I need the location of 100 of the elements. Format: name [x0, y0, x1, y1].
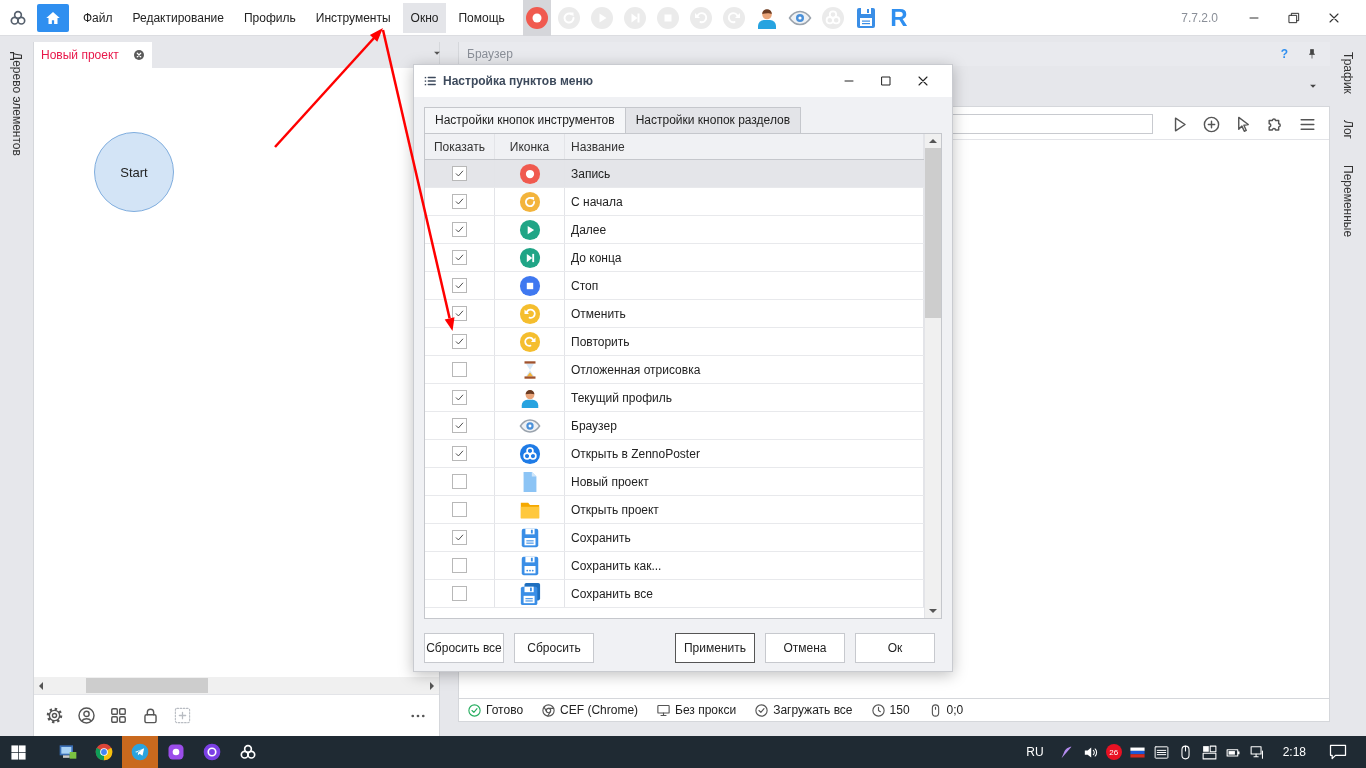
start-node[interactable]: Start	[94, 132, 174, 212]
undo-icon	[518, 302, 541, 325]
side-tab[interactable]: Лог	[1341, 119, 1355, 139]
table-row[interactable]: Новый проект	[425, 468, 924, 496]
monitor-icon	[656, 702, 672, 718]
item-name: Запись	[571, 166, 611, 181]
maximize-icon[interactable]	[878, 73, 894, 89]
show-checkbox[interactable]	[452, 362, 467, 377]
language-indicator[interactable]: RU	[1026, 745, 1044, 759]
table-row[interactable]: Отложенная отрисовка	[425, 356, 924, 384]
table-row[interactable]: Открыть в ZennoPoster	[425, 440, 924, 468]
computer-app-icon	[58, 742, 78, 762]
table-row[interactable]: Сохранить	[425, 524, 924, 552]
settings-icon[interactable]	[45, 706, 64, 725]
window-layout-icon[interactable]	[1200, 743, 1218, 761]
show-checkbox[interactable]	[452, 194, 467, 209]
pin-icon[interactable]	[1306, 48, 1318, 60]
table-row[interactable]: Сохранить все	[425, 580, 924, 608]
grid-icon[interactable]	[109, 706, 128, 725]
menu-item[interactable]: Помощь	[450, 2, 513, 33]
stop-icon	[518, 274, 541, 297]
item-name: Отменить	[571, 306, 626, 321]
user-circle-icon[interactable]	[77, 706, 96, 725]
clock[interactable]: 2:18	[1282, 745, 1306, 759]
show-checkbox[interactable]	[452, 334, 467, 349]
close-icon[interactable]	[132, 49, 145, 61]
item-name: Открыть проект	[571, 502, 659, 517]
table-row[interactable]: До конца	[425, 244, 924, 272]
menu-item[interactable]: Окно	[402, 2, 447, 33]
show-checkbox[interactable]	[452, 418, 467, 433]
table-row[interactable]: Текущий профиль	[425, 384, 924, 412]
panel-icon[interactable]	[1152, 743, 1170, 761]
table-row[interactable]: Сохранить как...	[425, 552, 924, 580]
notification-badge[interactable]: 26	[1105, 744, 1122, 760]
table-row[interactable]: Повторить	[425, 328, 924, 356]
item-name: До конца	[571, 250, 622, 265]
item-name: Сохранить	[571, 530, 631, 545]
item-name: С начала	[571, 194, 623, 209]
ring-app-icon	[202, 742, 222, 762]
clock-icon	[870, 702, 886, 718]
show-checkbox[interactable]	[452, 530, 467, 545]
show-checkbox[interactable]	[452, 306, 467, 321]
version-label: 7.7.2.0	[1181, 10, 1218, 25]
chrome-icon	[541, 702, 557, 718]
redo-icon	[518, 330, 541, 353]
menu-item[interactable]: Профиль	[235, 2, 304, 33]
dialog-button[interactable]: Отмена	[765, 633, 845, 663]
project-tab[interactable]: Новый проект	[34, 42, 152, 68]
chrome-icon	[94, 742, 114, 762]
dialog-title: Настройка пунктов меню	[443, 74, 594, 88]
table-row[interactable]: Отменить	[425, 300, 924, 328]
dialog-tab[interactable]: Настройки кнопок инструментов	[424, 107, 626, 133]
dialog-button[interactable]: Применить	[675, 633, 755, 663]
show-checkbox[interactable]	[452, 586, 467, 601]
show-checkbox[interactable]	[452, 390, 467, 405]
floppies-icon	[518, 582, 541, 605]
table-row[interactable]: С начала	[425, 188, 924, 216]
menu-item[interactable]: Редактирование	[124, 2, 232, 33]
windows-icon[interactable]	[10, 743, 27, 761]
dialog-button[interactable]: Сбросить все	[424, 633, 504, 663]
status-text: Загружать все	[773, 703, 853, 717]
toolbar-button[interactable]	[522, 0, 551, 36]
show-checkbox[interactable]	[452, 558, 467, 573]
play-icon	[518, 218, 541, 241]
home-button[interactable]	[37, 3, 69, 32]
dialog-tab[interactable]: Настройки кнопок разделов	[624, 107, 802, 133]
vertical-scrollbar[interactable]	[924, 134, 941, 618]
plus-circle-icon[interactable]	[1202, 114, 1221, 134]
item-name: Открыть в ZennoPoster	[571, 446, 700, 461]
show-checkbox[interactable]	[452, 250, 467, 265]
side-tab[interactable]: Трафик	[1341, 52, 1355, 94]
item-name: Новый проект	[571, 474, 649, 489]
status-text: 0;0	[946, 703, 964, 717]
side-tab[interactable]: Дерево элементов	[9, 52, 24, 156]
horizontal-scrollbar[interactable]	[34, 677, 439, 694]
show-checkbox[interactable]	[452, 222, 467, 237]
show-checkbox[interactable]	[452, 278, 467, 293]
table-row[interactable]: Далее	[425, 216, 924, 244]
lock-icon[interactable]	[141, 706, 160, 725]
notifications-icon[interactable]	[1328, 742, 1348, 762]
dialog-button[interactable]: Ок	[855, 633, 935, 663]
check-circle-icon	[754, 702, 770, 718]
table-row[interactable]: Запись	[425, 160, 924, 188]
side-tab[interactable]: Переменные	[1341, 164, 1355, 237]
item-name: Сохранить все	[571, 586, 653, 601]
table-row[interactable]: Браузер	[425, 412, 924, 440]
table-row[interactable]: Стоп	[425, 272, 924, 300]
table-row[interactable]: Открыть проект	[425, 496, 924, 524]
show-checkbox[interactable]	[452, 166, 467, 181]
menu-item[interactable]: Инструменты	[307, 2, 399, 33]
dialog-button[interactable]: Сбросить	[514, 633, 594, 663]
show-checkbox[interactable]	[452, 474, 467, 489]
show-checkbox[interactable]	[452, 502, 467, 517]
tab-label: Новый проект	[41, 48, 119, 62]
trefoil-icon	[518, 442, 541, 465]
menu-item[interactable]: Файл	[75, 2, 121, 33]
trefoil-icon	[238, 742, 258, 762]
item-name: Стоп	[571, 278, 599, 293]
show-checkbox[interactable]	[452, 446, 467, 461]
network-icon[interactable]	[1248, 743, 1266, 761]
